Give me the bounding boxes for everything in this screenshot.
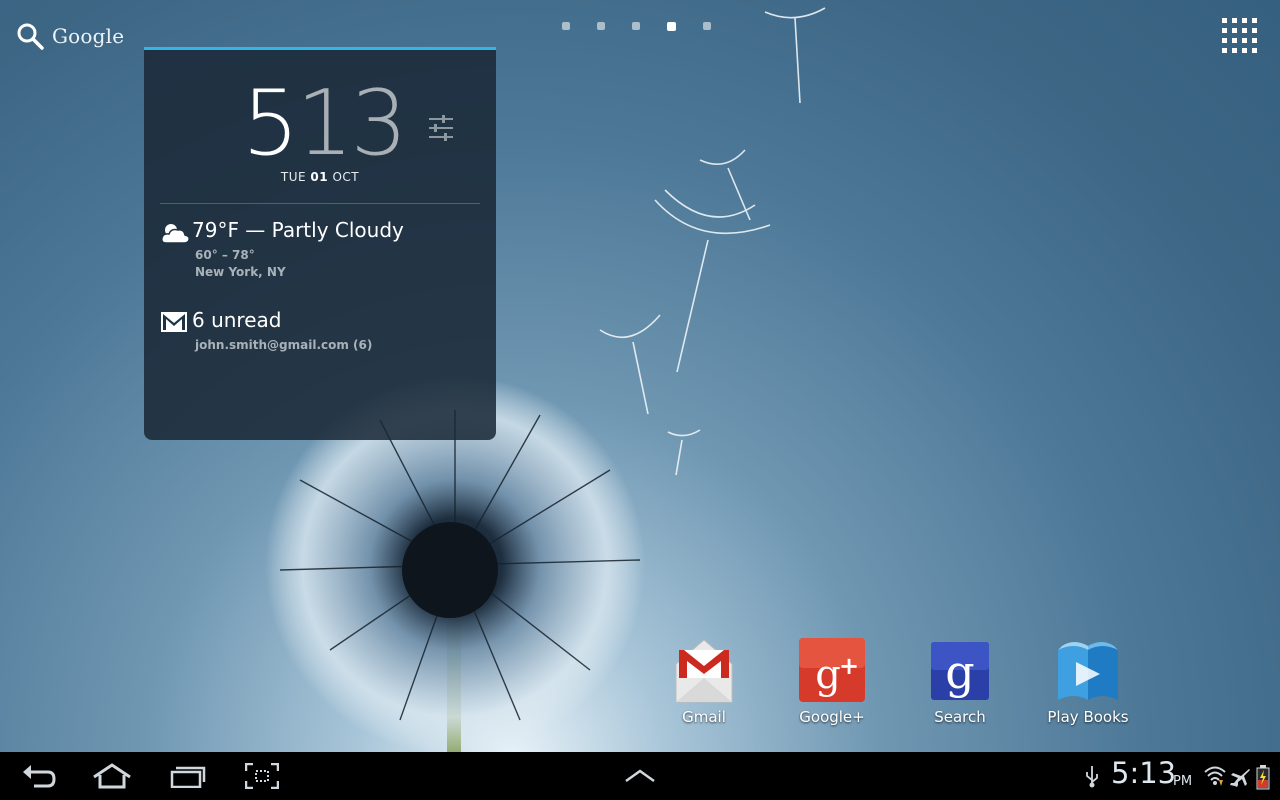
home-icon [93, 763, 131, 789]
date-day: TUE [280, 170, 307, 184]
date-line: TUE 01 OCT [144, 170, 496, 184]
weather-summary[interactable]: 79°F — Partly Cloudy [192, 218, 404, 242]
tuner-icon [429, 115, 453, 141]
date-number: 01 [310, 170, 329, 184]
app-tray-button[interactable] [612, 760, 668, 792]
system-navigation-bar [0, 752, 1280, 800]
widget-settings-button[interactable] [428, 114, 454, 146]
back-icon [23, 765, 56, 788]
back-button[interactable] [11, 760, 67, 792]
clock-display[interactable]: 513 [242, 71, 408, 176]
all-apps-grid-icon [1222, 18, 1257, 53]
svg-text:g: g [945, 645, 974, 699]
page-dot [632, 22, 640, 30]
svg-text:g: g [815, 652, 841, 698]
status-ampm: PM [1173, 774, 1193, 789]
page-indicator [562, 21, 711, 31]
usb-icon [1084, 766, 1100, 792]
wifi-icon [1203, 764, 1227, 792]
svg-text:+: + [839, 652, 859, 680]
app-google-plus[interactable]: g + Google+ [777, 636, 887, 726]
status-clock[interactable]: 5:13 [1111, 756, 1176, 790]
mail-account: john.smith@gmail.com (6) [195, 338, 373, 352]
gmail-icon [675, 639, 733, 703]
google-search-icon: g [931, 642, 989, 700]
app-search[interactable]: g Search [905, 636, 1015, 726]
recent-apps-icon [170, 766, 206, 788]
screenshot-icon [245, 763, 279, 789]
app-gmail[interactable]: Gmail [649, 636, 759, 726]
app-label: Google+ [799, 708, 865, 726]
battery-charging-icon [1256, 764, 1270, 794]
clock-weather-mail-widget[interactable]: 513 TUE 01 OCT 79°F — Partly Cloudy 60° … [144, 47, 496, 440]
app-label: Gmail [682, 708, 726, 726]
recent-apps-button[interactable] [160, 760, 216, 792]
google-search-bar[interactable]: Google [16, 20, 124, 52]
divider [160, 203, 480, 204]
gmail-envelope-icon [160, 311, 188, 337]
screenshot-button[interactable] [234, 760, 290, 792]
clock-hour: 5 [242, 71, 299, 176]
weather-range: 60° – 78° [195, 248, 255, 262]
page-dot-active [667, 21, 676, 31]
weather-location: New York, NY [195, 265, 286, 279]
search-icon [16, 22, 44, 50]
app-label: Search [934, 708, 986, 726]
partly-cloudy-icon [160, 222, 190, 248]
page-dot [703, 22, 711, 30]
google-search-label: Google [52, 24, 125, 48]
play-books-icon [1058, 642, 1118, 700]
page-dot [562, 22, 570, 30]
app-tray-up-icon [625, 769, 655, 783]
app-label: Play Books [1047, 708, 1129, 726]
airplane-icon [1229, 766, 1251, 792]
mail-unread-count[interactable]: 6 unread [192, 308, 281, 332]
clock-minutes: 13 [296, 71, 408, 176]
date-month: OCT [332, 170, 360, 184]
page-dot [597, 22, 605, 30]
app-play-books[interactable]: Play Books [1033, 636, 1143, 726]
home-button[interactable] [84, 760, 140, 792]
all-apps-button[interactable] [1220, 16, 1260, 56]
google-plus-icon: g + [799, 638, 865, 702]
